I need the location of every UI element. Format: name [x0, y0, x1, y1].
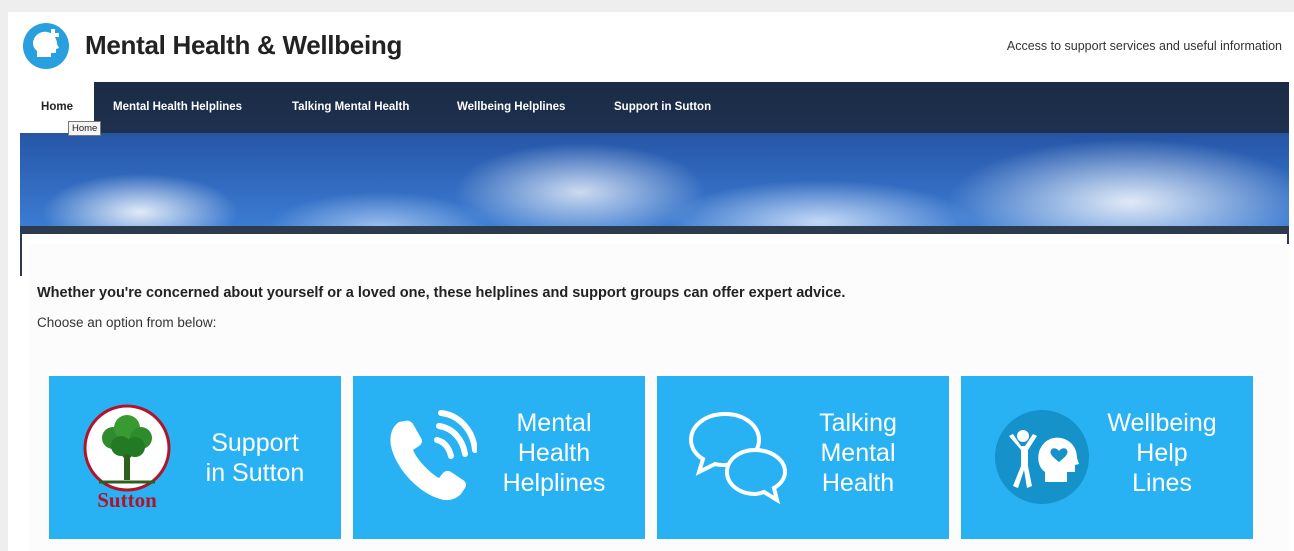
tile-talking-mental-health[interactable]: Talking Mental Health [657, 376, 949, 539]
tile-wellbeing-help-lines[interactable]: Wellbeing Help Lines [961, 376, 1253, 539]
main-nav: Home Mental Health Helplines Talking Men… [20, 82, 1289, 133]
tile-label: Support in Sutton [205, 429, 305, 487]
nav-item-support-in-sutton[interactable]: Support in Sutton [614, 82, 711, 133]
sutton-logo-text: Sutton [97, 488, 157, 512]
phone-icon [390, 410, 477, 501]
speech-bubbles-icon [688, 411, 788, 505]
head-plus-icon[interactable] [23, 23, 69, 69]
choose-text: Choose an option from below: [37, 315, 217, 330]
frame-left-edge [20, 234, 22, 276]
tile-support-in-sutton[interactable]: Sutton Support in Sutton [49, 376, 341, 539]
sutton-tree-logo: Sutton [83, 404, 171, 512]
site-header: Mental Health & Wellbeing Access to supp… [8, 12, 1294, 82]
nav-item-talking-mental-health[interactable]: Talking Mental Health [292, 82, 409, 133]
page: Mental Health & Wellbeing Access to supp… [8, 12, 1294, 551]
nav-tooltip: Home [68, 121, 102, 136]
tile-label: Mental Health Helplines [502, 409, 606, 497]
tile-mental-health-helplines[interactable]: Mental Health Helplines [353, 376, 645, 539]
tile-label: Talking Mental Health [819, 409, 897, 497]
banner-divider [20, 226, 1289, 234]
intro-text: Whether you're concerned about yourself … [37, 285, 846, 301]
site-title[interactable]: Mental Health & Wellbeing [85, 30, 402, 61]
nav-item-mental-health-helplines[interactable]: Mental Health Helplines [113, 82, 242, 133]
person-head-heart-icon [995, 410, 1089, 504]
nav-item-wellbeing-helplines[interactable]: Wellbeing Helplines [457, 82, 565, 133]
tile-label: Wellbeing Help Lines [1107, 409, 1217, 497]
hero-banner: Home Mental Health Helplines Talking Men… [20, 82, 1289, 234]
site-tagline: Access to support services and useful in… [1006, 39, 1282, 53]
